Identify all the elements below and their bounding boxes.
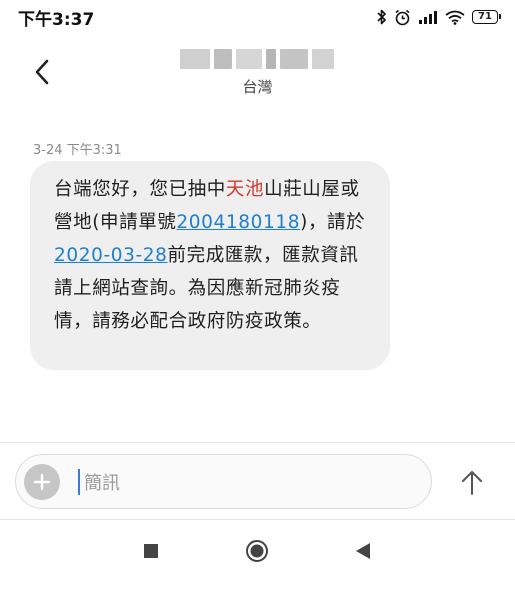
contact-name-redacted — [180, 46, 338, 72]
message-text-part: 台端您好，您已抽中 — [54, 179, 226, 200]
alarm-icon — [394, 9, 411, 26]
highlighted-location: 天池 — [225, 179, 265, 200]
add-attachment-button[interactable] — [24, 464, 60, 500]
bluetooth-icon — [376, 9, 387, 25]
wifi-icon — [445, 10, 465, 25]
home-button[interactable] — [242, 536, 272, 566]
navigation-bar — [0, 520, 515, 600]
send-button[interactable] — [452, 463, 492, 503]
battery-icon: 71 — [472, 10, 501, 24]
message-text: 台端您好，您已抽中天池山莊山屋或營地(申請單號2004180118)，請於202… — [54, 173, 370, 338]
application-number-link[interactable]: 2004180118 — [176, 212, 300, 233]
message-bubble[interactable]: 台端您好，您已抽中天池山莊山屋或營地(申請單號2004180118)，請於202… — [30, 161, 390, 370]
date-link[interactable]: 2020-03-28 — [54, 245, 168, 266]
message-text-part: )，請於 — [300, 212, 366, 233]
composer-divider — [0, 442, 515, 443]
signal-icon — [418, 10, 438, 24]
plus-icon — [33, 473, 51, 491]
message-composer — [15, 454, 432, 509]
message-timestamp: 3-24 下午3:31 — [33, 143, 122, 158]
recents-square-icon — [144, 544, 158, 558]
system-back-button[interactable] — [348, 536, 378, 566]
status-icons: 71 — [376, 9, 501, 26]
send-arrow-icon — [462, 471, 482, 495]
conversation-header: 台灣 — [0, 34, 515, 106]
contact-region: 台灣 — [242, 78, 273, 96]
status-time: 下午3:37 — [18, 9, 95, 30]
home-circle-icon — [246, 540, 268, 562]
message-input[interactable] — [82, 464, 386, 502]
status-bar: 下午3:37 71 — [0, 0, 515, 34]
recents-button[interactable] — [136, 536, 166, 566]
back-triangle-icon — [356, 543, 370, 559]
text-cursor — [78, 469, 80, 495]
